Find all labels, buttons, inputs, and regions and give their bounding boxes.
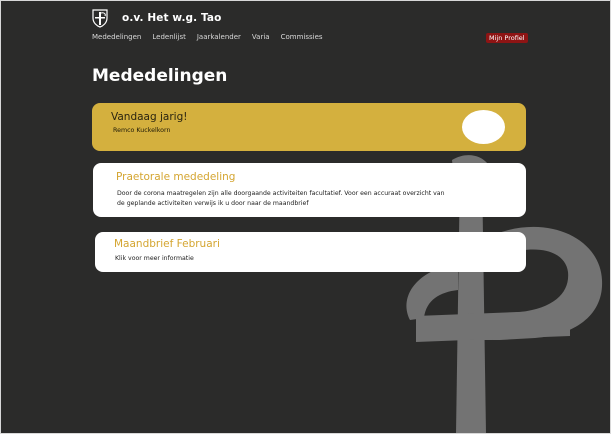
page-title: Mededelingen	[92, 66, 228, 86]
site-title[interactable]: o.v. Het w.g. Tao	[122, 12, 221, 24]
announcement-card[interactable]: Praetorale mededeling Door de corona maa…	[93, 163, 526, 217]
avatar	[462, 110, 505, 144]
logo-icon[interactable]	[92, 8, 108, 28]
announcement-text-line: Door de corona maatregelen zijn alle doo…	[117, 190, 445, 197]
main-nav: Mededelingen Ledenlijst Jaarkalender Var…	[92, 33, 323, 41]
nav-item-ledenlijst[interactable]: Ledenlijst	[152, 33, 186, 41]
header: o.v. Het w.g. Tao	[92, 8, 221, 28]
birthday-name: Remco Kuckelkorn	[113, 127, 171, 134]
nav-item-mededelingen[interactable]: Mededelingen	[92, 33, 141, 41]
nav-item-jaarkalender[interactable]: Jaarkalender	[197, 33, 241, 41]
monthly-letter-card[interactable]: Maandbrief Februari Klik voor meer infor…	[95, 232, 526, 272]
nav-item-commissies[interactable]: Commissies	[281, 33, 323, 41]
my-profile-button[interactable]: Mijn Profiel	[486, 33, 528, 43]
birthday-card[interactable]: Vandaag jarig! Remco Kuckelkorn	[92, 103, 526, 151]
monthly-letter-text: Klik voor meer informatie	[115, 255, 194, 262]
announcement-title: Praetorale mededeling	[116, 171, 236, 183]
birthday-title: Vandaag jarig!	[111, 111, 188, 123]
announcement-text-line: de geplande activiteiten verwijs ik u do…	[117, 200, 309, 207]
nav-item-varia[interactable]: Varia	[252, 33, 270, 41]
monthly-letter-title: Maandbrief Februari	[114, 238, 220, 250]
